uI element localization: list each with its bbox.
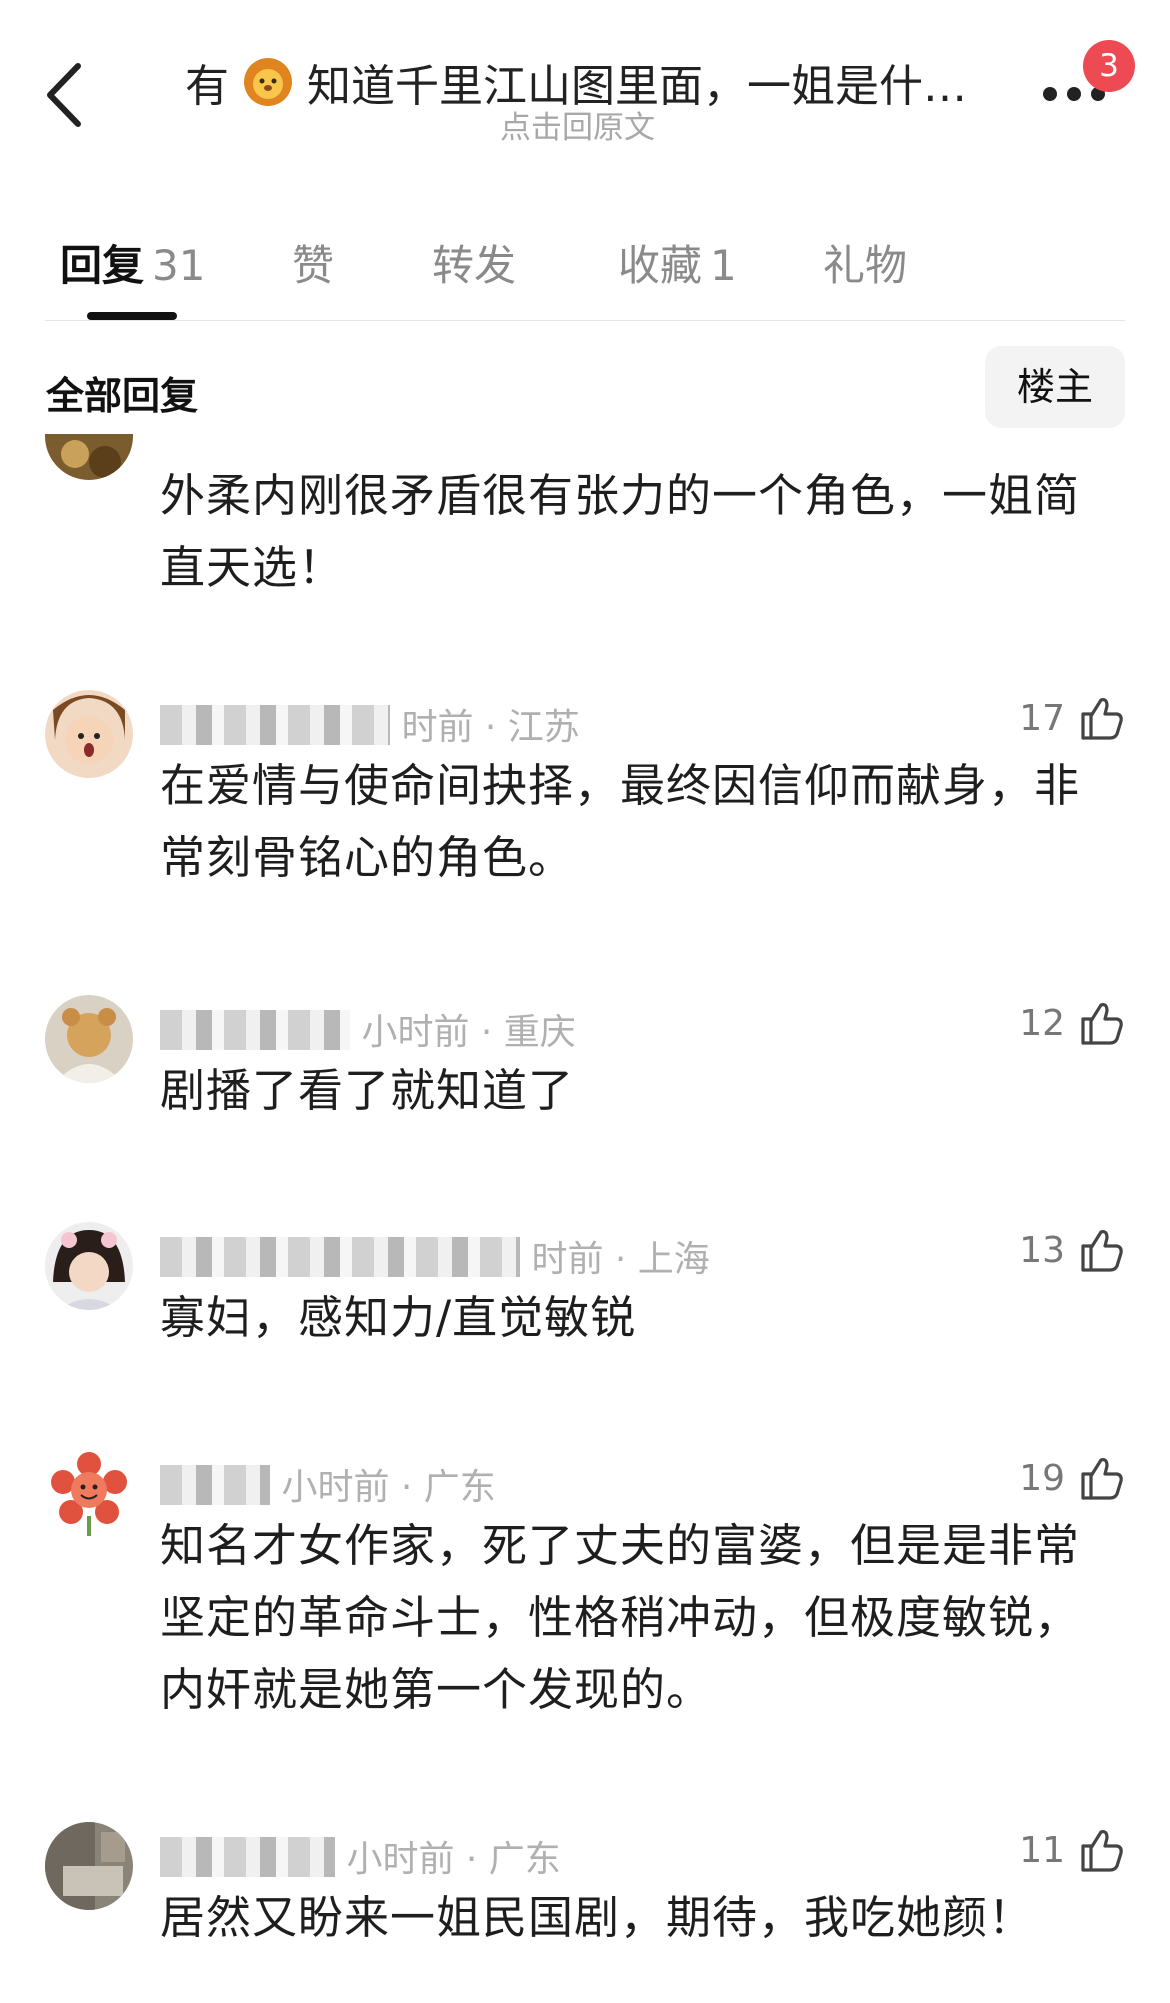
tab-likes[interactable]: 赞 (292, 232, 334, 293)
tab-favorites[interactable]: 收藏 1 (618, 232, 737, 293)
user-avatar[interactable] (45, 690, 133, 778)
comment-text: 剧播了看了就知道了 (160, 1064, 575, 1117)
like-button[interactable]: 19 (1019, 1450, 1125, 1506)
comment-text: 寡妇，感知力/直觉敏锐 (160, 1291, 637, 1344)
time-location: 小时前 · 重庆 (361, 1012, 576, 1053)
user-avatar[interactable] (45, 995, 133, 1083)
user-avatar[interactable] (45, 1822, 133, 1910)
tab-gifts[interactable]: 礼物 (823, 232, 907, 293)
like-count: 17 (1019, 697, 1065, 739)
comment-text: 外柔内刚很矛盾很有张力的一个角色，一姐简直天选！ (160, 469, 1081, 594)
thumbs-up-icon (1081, 1230, 1123, 1272)
user-avatar[interactable] (45, 1222, 133, 1310)
comment-meta: 时前 · 上海 (160, 1230, 710, 1282)
like-button[interactable]: 17 (1019, 690, 1125, 746)
time-location: 小时前 · 广东 (281, 1467, 496, 1508)
owner-only-button[interactable]: 楼主 (985, 346, 1125, 428)
title-prefix: 有 (185, 61, 229, 112)
tab-label: 转发 (432, 241, 517, 290)
back-to-original-link[interactable]: 点击回原文 (500, 102, 655, 147)
time-location: 小时前 · 广东 (346, 1839, 561, 1880)
notification-badge: 3 (1083, 40, 1135, 92)
comment-text: 在爱情与使命间抉择，最终因信仰而献身，非常刻骨铭心的角色。 (160, 759, 1081, 884)
tab-reposts[interactable]: 转发 (432, 232, 516, 293)
tabs-divider (45, 320, 1125, 321)
like-count: 19 (1019, 1457, 1065, 1499)
tab-count: 1 (710, 241, 737, 290)
tab-label: 收藏 (618, 241, 703, 290)
comment-meta: 小时前 · 广东 (160, 1458, 496, 1510)
lion-emoji-icon (243, 57, 293, 118)
like-button[interactable]: 11 (1019, 1822, 1125, 1878)
time-location: 时前 · 江苏 (401, 707, 580, 748)
thumbs-up-icon (1081, 1458, 1123, 1500)
user-avatar[interactable] (45, 420, 133, 480)
comment-meta: 时前 · 江苏 (160, 698, 580, 750)
tab-label: 礼物 (823, 241, 908, 290)
thumbs-up-icon (1081, 1830, 1123, 1872)
thumbs-up-icon (1081, 1003, 1123, 1045)
tab-label: 赞 (292, 241, 335, 290)
comment-text: 居然又盼来一姐民国剧，期待，我吃她颜！ (160, 1891, 1035, 1944)
username-blurred[interactable] (160, 705, 390, 745)
like-count: 13 (1019, 1229, 1065, 1271)
comment-meta: 小时前 · 广东 (160, 1830, 561, 1882)
time-location: 时前 · 上海 (531, 1239, 710, 1280)
thumbs-up-icon (1081, 698, 1123, 740)
like-button[interactable]: 13 (1019, 1222, 1125, 1278)
back-arrow-icon[interactable] (40, 60, 90, 130)
username-blurred[interactable] (160, 1237, 520, 1277)
all-replies-heading: 全部回复 (46, 374, 199, 418)
tab-label: 回复 (60, 241, 145, 290)
active-tab-indicator (87, 312, 177, 320)
comment-meta: 小时前 · 重庆 (160, 1003, 576, 1055)
comment-text: 知名才女作家，死了丈夫的富婆，但是是非常坚定的革命斗士，性格稍冲动，但极度敏锐，… (160, 1519, 1081, 1716)
user-avatar[interactable] (45, 1450, 133, 1538)
like-count: 12 (1019, 1002, 1065, 1044)
username-blurred[interactable] (160, 1837, 335, 1877)
tab-count: 31 (152, 241, 206, 290)
like-button[interactable]: 12 (1019, 995, 1125, 1051)
like-count: 11 (1019, 1829, 1065, 1871)
tab-replies[interactable]: 回复 31 (60, 232, 205, 293)
username-blurred[interactable] (160, 1465, 270, 1505)
username-blurred[interactable] (160, 1010, 350, 1050)
